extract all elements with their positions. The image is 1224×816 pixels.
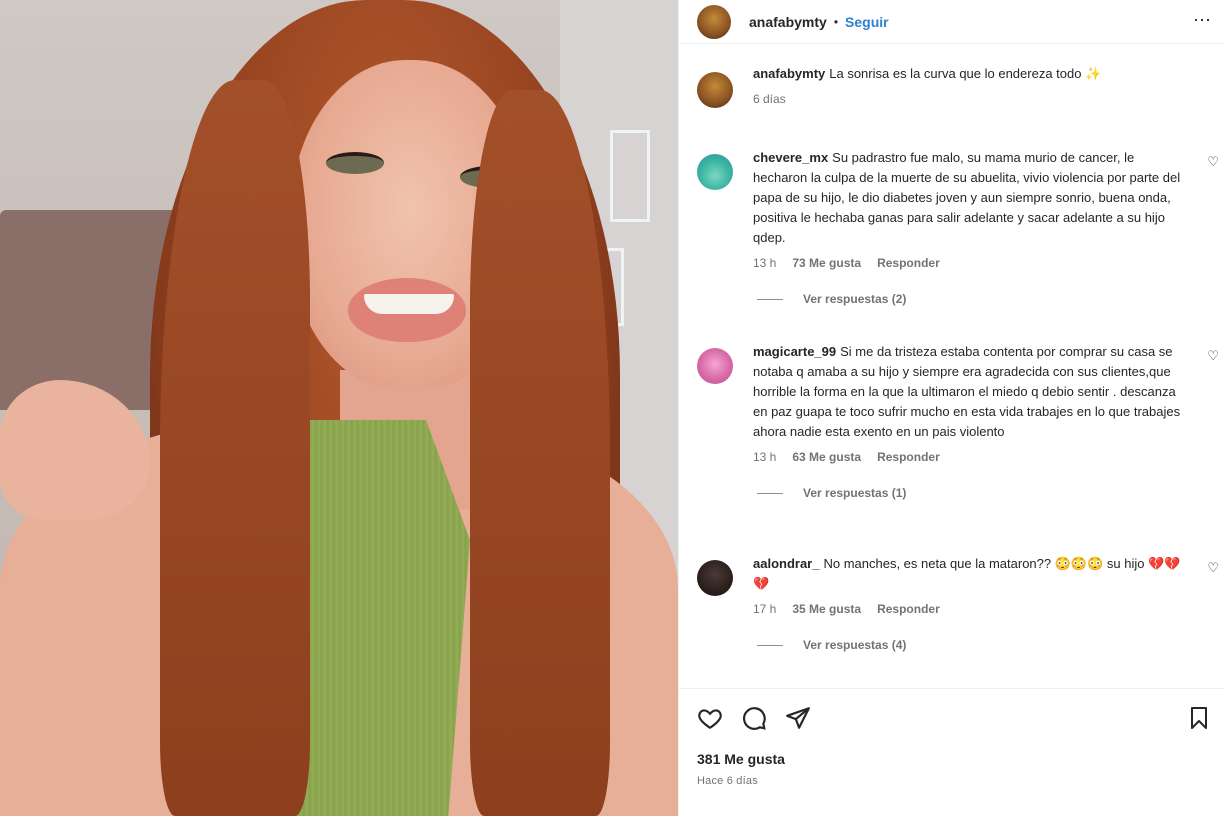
replies-divider: [757, 492, 783, 494]
header-separator: •: [833, 14, 839, 29]
photo-smile: [364, 294, 454, 314]
commenter-avatar[interactable]: [697, 154, 733, 190]
comment-body: magicarte_99 Si me da tristeza estaba con…: [753, 342, 1181, 442]
caption: anafabymty La sonrisa es la curva que lo …: [679, 64, 1224, 108]
photo-hair-strand: [160, 80, 310, 816]
like-count[interactable]: 381 Me gusta: [697, 751, 785, 767]
comment-time: 13 h: [753, 256, 777, 270]
heart-icon[interactable]: [697, 705, 723, 731]
view-replies-button[interactable]: Ver respuestas (4): [757, 638, 1181, 652]
author-avatar[interactable]: [697, 4, 731, 39]
view-replies-label: Ver respuestas (2): [803, 292, 907, 306]
caption-meta: 6 días: [753, 92, 1181, 106]
caption-time: 6 días: [753, 92, 786, 106]
comment-item: chevere_mx Su padrastro fue malo, su mama…: [679, 148, 1224, 306]
more-options-icon[interactable]: ⋯: [1193, 10, 1212, 31]
comment-likes[interactable]: 63 Me gusta: [792, 450, 861, 464]
caption-body: anafabymty La sonrisa es la curva que lo …: [753, 64, 1181, 84]
replies-divider: [757, 298, 783, 300]
comment-username[interactable]: chevere_mx: [753, 150, 828, 165]
instagram-post: anafabymty • Seguir ⋯ anafabymty La sonri…: [0, 0, 1224, 816]
comments-list[interactable]: anafabymty La sonrisa es la curva que lo …: [679, 64, 1224, 686]
comment-item: aalondrar_ No manches, es neta que la mat…: [679, 554, 1224, 652]
caption-username[interactable]: anafabymty: [753, 66, 825, 81]
comment-meta: 13 h 73 Me gusta Responder: [753, 256, 1181, 270]
post-time: Hace 6 días: [697, 775, 758, 787]
replies-divider: [757, 644, 783, 646]
view-replies-button[interactable]: Ver respuestas (1): [757, 486, 1181, 500]
post-sidebar: anafabymty • Seguir ⋯ anafabymty La sonri…: [678, 0, 1224, 816]
comment-body: aalondrar_ No manches, es neta que la mat…: [753, 554, 1181, 594]
reply-button[interactable]: Responder: [877, 602, 940, 616]
comment-like-icon[interactable]: ♡: [1207, 154, 1219, 170]
comment-like-icon[interactable]: ♡: [1207, 348, 1219, 364]
post-photo[interactable]: [0, 0, 678, 816]
comment-likes[interactable]: 35 Me gusta: [792, 602, 861, 616]
comment-meta: 17 h 35 Me gusta Responder: [753, 602, 1181, 616]
comment-likes[interactable]: 73 Me gusta: [792, 256, 861, 270]
comment-icon[interactable]: [741, 705, 767, 731]
comment-username[interactable]: aalondrar_: [753, 556, 819, 571]
reply-button[interactable]: Responder: [877, 450, 940, 464]
comment-time: 13 h: [753, 450, 777, 464]
caption-text: La sonrisa es la curva que lo endereza t…: [829, 66, 1102, 81]
photo-eye: [326, 152, 384, 174]
post-header: anafabymty • Seguir ⋯: [679, 0, 1224, 44]
commenter-avatar[interactable]: [697, 348, 733, 384]
caption-avatar[interactable]: [697, 72, 733, 108]
comment-time: 17 h: [753, 602, 777, 616]
commenter-avatar[interactable]: [697, 560, 733, 596]
comment-username[interactable]: magicarte_99: [753, 344, 836, 359]
share-icon[interactable]: [785, 705, 811, 731]
reply-button[interactable]: Responder: [877, 256, 940, 270]
follow-button[interactable]: Seguir: [845, 14, 889, 30]
view-replies-label: Ver respuestas (4): [803, 638, 907, 652]
view-replies-label: Ver respuestas (1): [803, 486, 907, 500]
photo-wall-frame: [610, 130, 650, 222]
action-icons: [697, 705, 811, 731]
photo-hair-strand: [470, 90, 610, 816]
comment-item: magicarte_99 Si me da tristeza estaba con…: [679, 342, 1224, 500]
post-actions: 381 Me gusta Hace 6 días: [679, 688, 1224, 816]
bookmark-icon[interactable]: [1187, 705, 1211, 731]
author-username[interactable]: anafabymty: [749, 14, 827, 30]
comment-meta: 13 h 63 Me gusta Responder: [753, 450, 1181, 464]
view-replies-button[interactable]: Ver respuestas (2): [757, 292, 1181, 306]
comment-body: chevere_mx Su padrastro fue malo, su mama…: [753, 148, 1181, 248]
comment-like-icon[interactable]: ♡: [1207, 560, 1219, 576]
